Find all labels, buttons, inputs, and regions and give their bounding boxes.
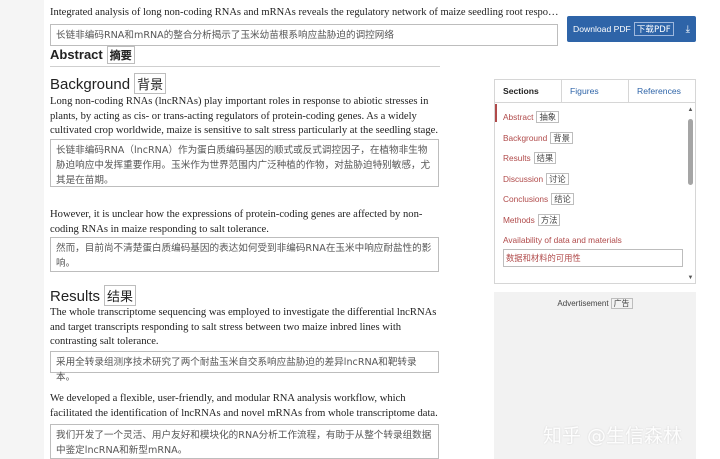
results-translation-2: 我们开发了一个灵活、用户友好和模块化的RNA分析工作流程，有助于从整个转录组数据… bbox=[50, 424, 439, 459]
results-paragraph-2: We developed a flexible, user-friendly, … bbox=[50, 393, 438, 419]
zhihu-watermark: 知乎 @生信森林 bbox=[543, 425, 683, 447]
title-translation: 长链非编码RNA和mRNA的整合分析揭示了玉米幼苗根系响应盐胁迫的调控网络 bbox=[50, 24, 558, 46]
results-paragraph-1: The whole transcriptome sequencing was e… bbox=[50, 307, 437, 348]
scroll-down-icon[interactable]: ▼ bbox=[687, 275, 694, 281]
download-pdf-label: Download PDF bbox=[573, 24, 631, 34]
scrollbar-thumb[interactable] bbox=[688, 119, 693, 185]
tab-sections[interactable]: Sections bbox=[495, 80, 561, 102]
advertisement-label: Advertisement 广告 bbox=[494, 298, 696, 309]
tab-figures[interactable]: Figures bbox=[561, 80, 628, 102]
abstract-divider bbox=[50, 66, 440, 67]
results-heading: Results 结果 bbox=[50, 285, 137, 306]
sidebar-item-abstract[interactable]: Abstract 抽象 bbox=[503, 111, 560, 123]
background-paragraph-1: Long non-coding RNAs (lncRNAs) play impo… bbox=[50, 96, 439, 137]
active-section-indicator bbox=[495, 104, 497, 122]
sidebar-item-background[interactable]: Background 背景 bbox=[503, 132, 573, 144]
background-translation-2: 然而，目前尚不清楚蛋白质编码基因的表达如何受到非编码RNA在玉米中响应耐盐性的影… bbox=[50, 237, 439, 272]
background-translation-1: 长链非编码RNA（lncRNA）作为蛋白质编码基因的顺式或反式调控因子，在植物非… bbox=[50, 139, 439, 187]
download-pdf-button[interactable]: Download PDF 下载PDF ⤓ bbox=[567, 16, 696, 42]
download-arrow-icon: ⤓ bbox=[685, 23, 690, 35]
sidebar-item-discussion[interactable]: Discussion 讨论 bbox=[503, 173, 569, 185]
sidebar-scrollbar[interactable]: ▲ ▼ bbox=[687, 107, 694, 285]
panel-tabs: Sections Figures References bbox=[495, 80, 695, 103]
results-translation-1: 采用全转录组测序技术研究了两个耐盐玉米自交系响应盐胁迫的差异lncRNA和靶转录… bbox=[50, 351, 439, 383]
article-title: Integrated analysis of long non-coding R… bbox=[50, 7, 562, 18]
sidebar-item-results[interactable]: Results 结果 bbox=[503, 152, 557, 164]
download-pdf-label-zh: 下载PDF bbox=[633, 22, 674, 36]
sections-panel: Sections Figures References Abstract 抽象 B… bbox=[494, 79, 696, 284]
sidebar-item-availability[interactable]: Availability of data and materials bbox=[503, 235, 622, 245]
scroll-up-icon[interactable]: ▲ bbox=[687, 107, 694, 113]
background-heading: Background 背景 bbox=[50, 73, 167, 94]
abstract-heading: Abstract 摘要 bbox=[50, 46, 135, 64]
tab-references[interactable]: References bbox=[628, 80, 695, 102]
sidebar-item-conclusions[interactable]: Conclusions 结论 bbox=[503, 193, 574, 205]
sidebar-item-availability-zh[interactable]: 数据和材料的可用性 bbox=[503, 249, 683, 267]
left-margin bbox=[0, 0, 44, 459]
sidebar-item-methods[interactable]: Methods 方法 bbox=[503, 214, 561, 226]
background-paragraph-2: However, it is unclear how the expressio… bbox=[50, 209, 423, 235]
